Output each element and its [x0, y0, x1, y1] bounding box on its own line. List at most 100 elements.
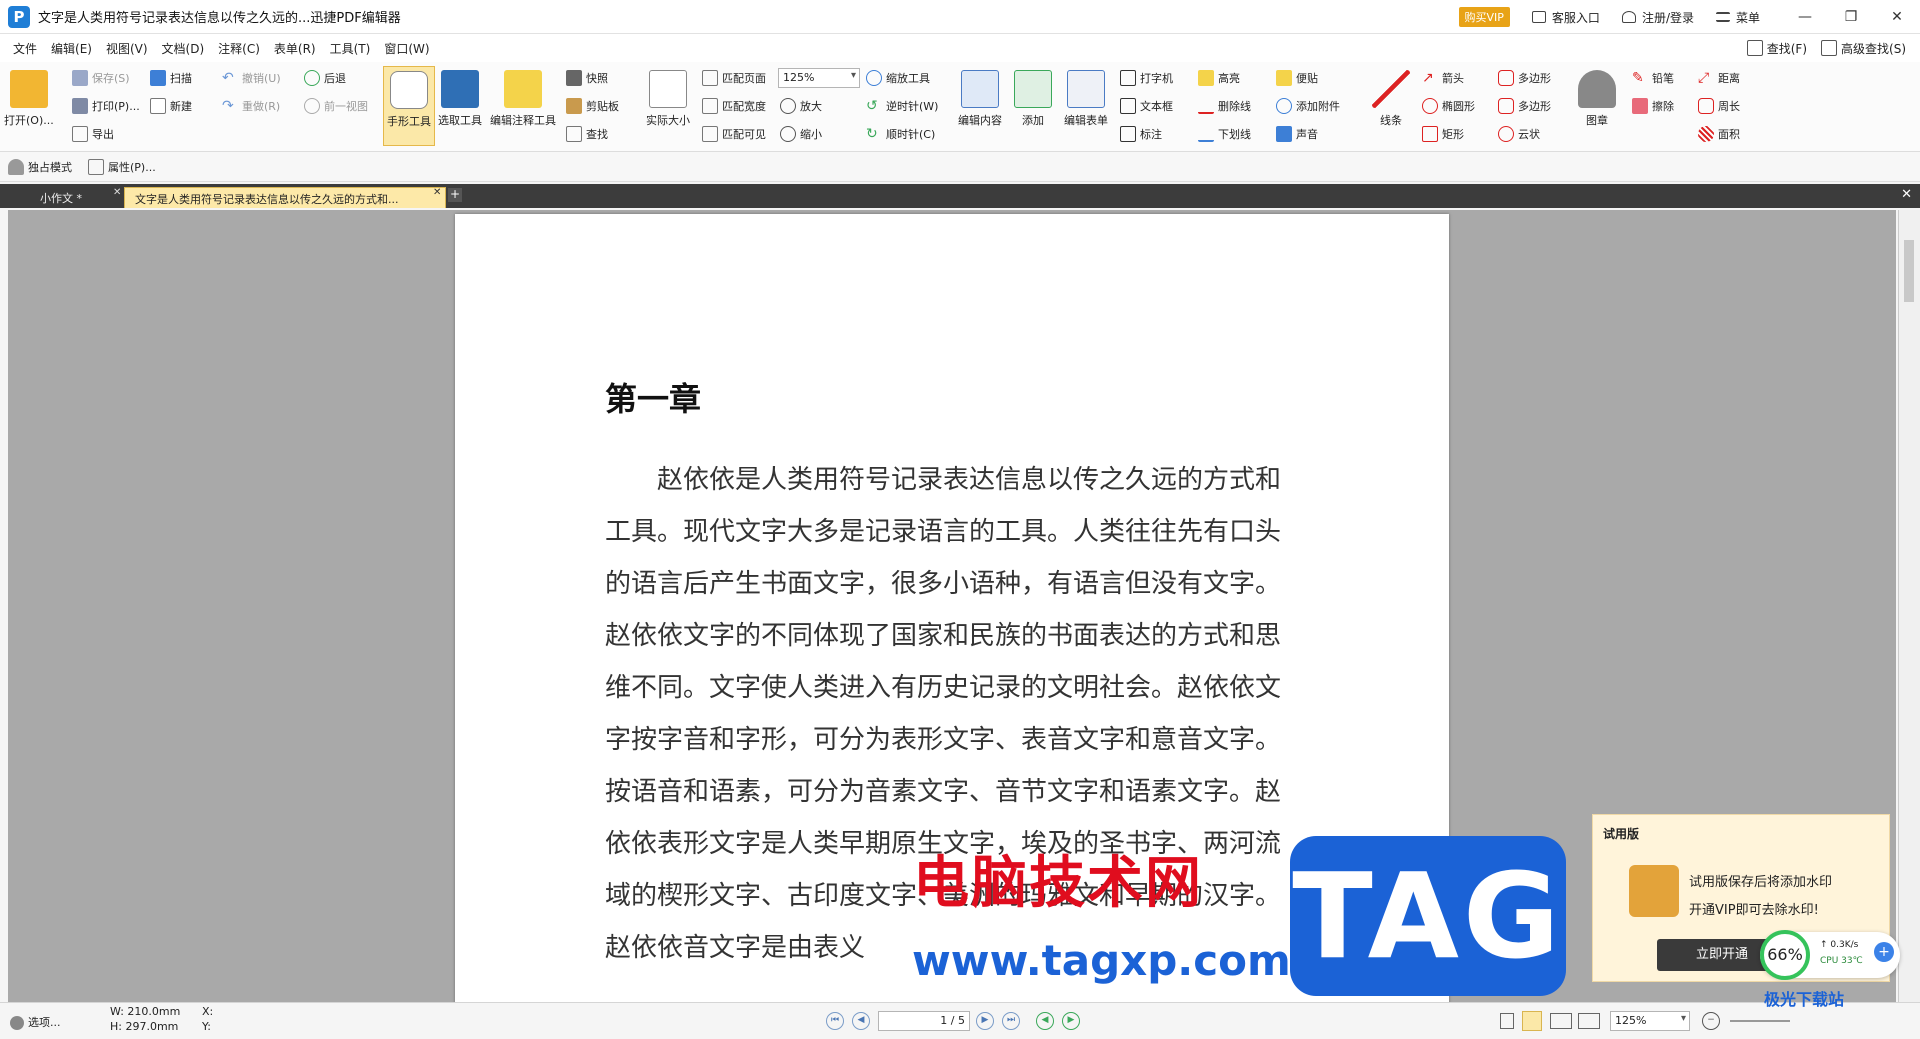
stamp-button[interactable]: 图章 [1578, 70, 1616, 128]
actual-size-button[interactable]: 实际大小 [646, 70, 690, 128]
menu-file[interactable]: 文件 [6, 40, 44, 57]
hand-tool-button[interactable]: 手形工具 [383, 66, 435, 146]
menu-window[interactable]: 窗口(W) [377, 40, 436, 57]
perimeter-button[interactable]: 周长 [1698, 98, 1740, 114]
find-tool-button[interactable]: 查找 [566, 126, 608, 142]
zoom-out-button[interactable]: 缩小 [780, 126, 822, 142]
textbox-button[interactable]: 文本框 [1120, 98, 1173, 114]
single-page-view-icon[interactable] [1500, 1013, 1514, 1029]
save-button[interactable]: 保存(S) [72, 70, 130, 86]
print-button[interactable]: 打印(P)... [72, 98, 140, 114]
zoom-tool-button[interactable]: 缩放工具 [866, 70, 930, 86]
rotate-ccw-button[interactable]: ↺ 逆时针(W) [866, 98, 938, 114]
clipboard-button[interactable]: 剪贴板 [566, 98, 619, 114]
continuous-view-icon[interactable] [1522, 1011, 1542, 1031]
fit-page-button[interactable]: 匹配页面 [702, 70, 766, 86]
first-page-button[interactable]: ⏮ [826, 1012, 844, 1030]
edit-content-button[interactable]: 编辑内容 [958, 70, 1002, 128]
snapshot-button[interactable]: 快照 [566, 70, 608, 86]
polygon-button[interactable]: 多边形 [1498, 70, 1551, 86]
ellipse-button[interactable]: 椭圆形 [1422, 98, 1475, 114]
history-forward-button[interactable]: ▶ [1062, 1012, 1080, 1030]
menu-comment[interactable]: 注释(C) [211, 40, 267, 57]
rotate-cw-button[interactable]: ↻ 顺时针(C) [866, 126, 935, 142]
cloud-button[interactable]: 云状 [1498, 126, 1540, 142]
memory-percent: 66% [1760, 930, 1810, 980]
undo-button[interactable]: ↶ 撤销(U) [222, 70, 281, 86]
tab-current-document[interactable]: 文字是人类用符号记录表达信息以传之久远的方式和... [124, 187, 446, 208]
line-button[interactable]: 线条 [1372, 70, 1410, 128]
close-all-tabs-button[interactable]: ✕ [1901, 187, 1912, 202]
advanced-find-button[interactable]: 高级查找(S) [1821, 40, 1906, 57]
next-page-button[interactable]: ▶ [976, 1012, 994, 1030]
zoom-in-button[interactable]: 放大 [780, 98, 822, 114]
open-button[interactable]: 打开(O)... [4, 70, 54, 128]
facing-view-icon[interactable] [1550, 1013, 1572, 1029]
distance-button[interactable]: ⤢ 距离 [1698, 70, 1740, 86]
fit-width-button[interactable]: 匹配宽度 [702, 98, 766, 114]
system-monitor-widget[interactable]: 66% ↑ 0.3K/s CPU 33℃ + [1760, 930, 1900, 980]
minimize-button[interactable]: — [1782, 0, 1828, 34]
scan-button[interactable]: 扫描 [150, 70, 192, 86]
new-tab-button[interactable]: + [448, 188, 462, 202]
page-number-input[interactable]: 1 / 5 [878, 1011, 970, 1031]
zoom-slider[interactable] [1730, 1020, 1790, 1022]
strikeout-button[interactable]: 删除线 [1198, 98, 1251, 114]
continuous-facing-view-icon[interactable] [1578, 1013, 1600, 1029]
properties-label: 属性(P)... [108, 161, 156, 174]
new-button[interactable]: 新建 [150, 98, 192, 114]
menu-tools[interactable]: 工具(T) [323, 40, 378, 57]
login-button[interactable]: 注册/登录 [1621, 9, 1694, 26]
tab-current-close-icon[interactable]: ✕ [433, 187, 441, 198]
menu-form[interactable]: 表单(R) [267, 40, 323, 57]
area-button[interactable]: 面积 [1698, 126, 1740, 142]
prev-view-button[interactable]: 前一视图 [304, 98, 368, 114]
ellipse-icon [1422, 98, 1438, 114]
menu-document[interactable]: 文档(D) [155, 40, 212, 57]
restore-button[interactable]: ❐ [1828, 0, 1874, 34]
note-button[interactable]: 便贴 [1276, 70, 1318, 86]
close-button[interactable]: ✕ [1874, 0, 1920, 34]
pencil-button[interactable]: ✎ 铅笔 [1632, 70, 1674, 86]
select-tool-button[interactable]: 选取工具 [438, 70, 482, 128]
eraser-button[interactable]: 擦除 [1632, 98, 1674, 114]
statusbar-zoom-out-icon[interactable]: − [1702, 1012, 1720, 1030]
customer-service-button[interactable]: 客服入口 [1531, 9, 1600, 26]
speedup-plus-icon[interactable]: + [1874, 942, 1894, 962]
exclusive-mode-button[interactable]: 独占模式 [8, 159, 72, 175]
typewriter-button[interactable]: 打字机 [1120, 70, 1173, 86]
scrollbar-thumb[interactable] [1904, 240, 1914, 302]
underline-button[interactable]: 下划线 [1198, 126, 1251, 142]
tab-essay-close-icon[interactable]: ✕ [113, 187, 121, 198]
redo-button[interactable]: ↷ 重做(R) [222, 98, 280, 114]
edit-annotation-button[interactable]: 编辑注释工具 [490, 70, 556, 128]
arrow-button[interactable]: ↗ 箭头 [1422, 70, 1464, 86]
back-button[interactable]: 后退 [304, 70, 346, 86]
export-button[interactable]: 导出 [72, 126, 114, 142]
app-logo-icon: P [8, 5, 30, 28]
edit-form-button[interactable]: 编辑表单 [1064, 70, 1108, 128]
find-button[interactable]: 查找(F) [1746, 40, 1807, 57]
callout-button[interactable]: 标注 [1120, 126, 1162, 142]
add-button[interactable]: 添加 [1014, 70, 1052, 128]
attach-button[interactable]: 添加附件 [1276, 98, 1340, 114]
properties-button[interactable]: 属性(P)... [88, 159, 156, 175]
zoom-select[interactable]: 125% [778, 68, 860, 88]
highlight-button[interactable]: 高亮 [1198, 70, 1240, 86]
sound-button[interactable]: 声音 [1276, 126, 1318, 142]
main-menu-button[interactable]: 菜单 [1715, 9, 1760, 26]
statusbar-zoom-select[interactable]: 125% [1610, 1011, 1690, 1031]
vertical-scrollbar[interactable] [1898, 210, 1920, 1002]
menu-view[interactable]: 视图(V) [99, 40, 155, 57]
history-back-button[interactable]: ◀ [1036, 1012, 1054, 1030]
polygon-line-button[interactable]: 多边形 [1498, 98, 1551, 114]
watermark-site-name: 电脑技术网 [913, 851, 1203, 916]
rect-button[interactable]: 矩形 [1422, 126, 1464, 142]
prev-page-button[interactable]: ◀ [852, 1012, 870, 1030]
fit-visible-button[interactable]: 匹配可见 [702, 126, 766, 142]
menu-edit[interactable]: 编辑(E) [44, 40, 99, 57]
tab-essay[interactable]: 小作文 * [30, 187, 118, 208]
buy-vip-button[interactable]: 购买VIP [1458, 7, 1510, 27]
options-button[interactable]: 选项... [10, 1014, 61, 1030]
last-page-button[interactable]: ⏭ [1002, 1012, 1020, 1030]
